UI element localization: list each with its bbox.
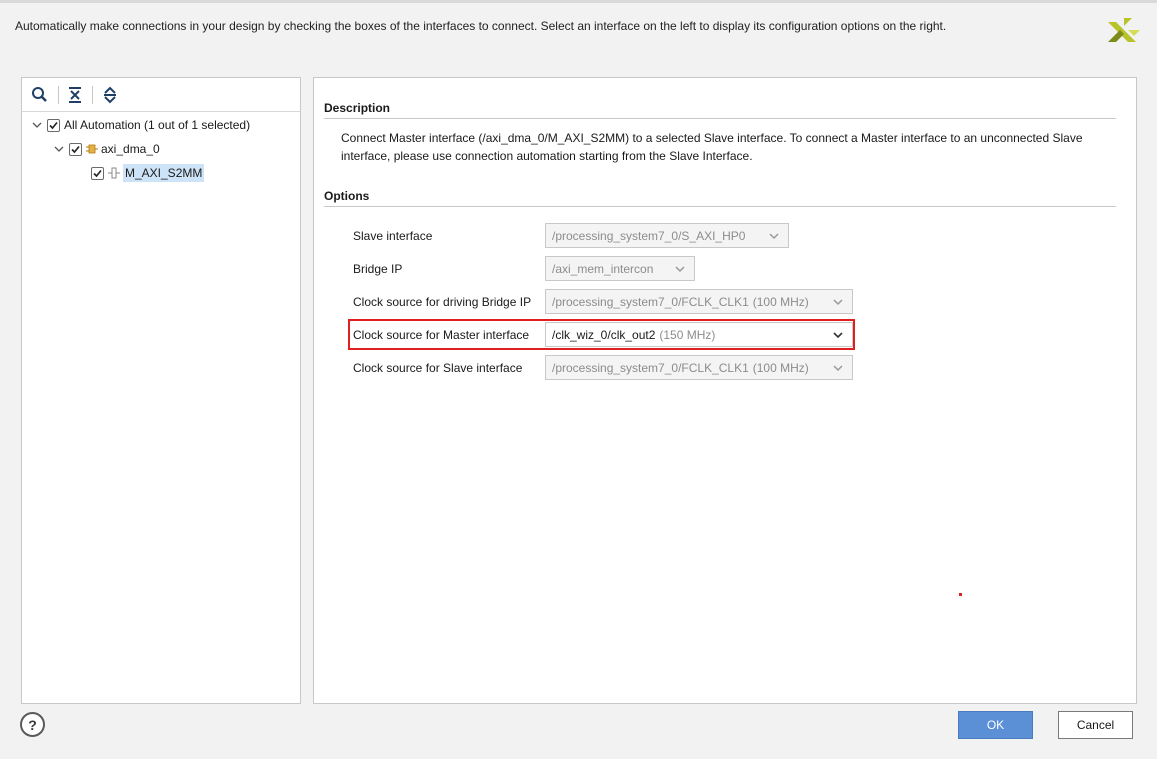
tree-label-axi-dma: axi_dma_0 [101, 142, 160, 156]
interface-tree-panel: All Automation (1 out of 1 selected) axi… [21, 77, 301, 704]
chevron-down-icon [833, 365, 843, 372]
tree-item-m-axi-s2mm[interactable]: M_AXI_S2MM [91, 163, 205, 183]
cursor-dot [959, 593, 962, 596]
checkbox-axi-dma[interactable] [69, 142, 82, 156]
search-icon[interactable] [30, 85, 50, 105]
clock-master-select[interactable]: /clk_wiz_0/clk_out2 (150 MHz) [545, 322, 853, 347]
slave-interface-select: /processing_system7_0/S_AXI_HP0 [545, 223, 789, 248]
bridge-ip-select: /axi_mem_intercon [545, 256, 695, 281]
checkbox-all-automation[interactable] [47, 118, 60, 132]
description-divider [324, 118, 1116, 119]
ip-core-icon [86, 144, 98, 154]
description-title: Description [324, 101, 391, 115]
option-label-clock-slave: Clock source for Slave interface [353, 361, 523, 375]
tree-label-m-axi-s2mm: M_AXI_S2MM [123, 164, 205, 182]
bridge-ip-value: /axi_mem_intercon [552, 261, 654, 276]
toolbar-separator [92, 86, 93, 104]
clock-bridge-value: /processing_system7_0/FCLK_CLK1 [552, 294, 749, 309]
ok-button[interactable]: OK [958, 711, 1033, 739]
clock-slave-freq: (100 MHz) [752, 360, 809, 375]
header-instruction: Automatically make connections in your d… [15, 19, 947, 33]
configuration-panel: Description Connect Master interface (/a… [313, 77, 1137, 704]
tree-label-all-automation: All Automation (1 out of 1 selected) [64, 118, 251, 132]
option-label-clock-bridge: Clock source for driving Bridge IP [353, 295, 532, 309]
clock-master-freq: (150 MHz) [659, 327, 716, 342]
xilinx-logo-icon [1108, 18, 1140, 42]
collapse-all-icon[interactable] [65, 85, 85, 105]
clock-slave-value: /processing_system7_0/FCLK_CLK1 [552, 360, 749, 375]
chevron-down-icon [675, 266, 685, 273]
option-label-bridge-ip: Bridge IP [353, 262, 403, 276]
interface-port-icon [108, 167, 120, 179]
top-border [0, 0, 1157, 3]
chevron-down-icon[interactable] [53, 143, 65, 155]
clock-bridge-select: /processing_system7_0/FCLK_CLK1 (100 MHz… [545, 289, 853, 314]
help-button[interactable]: ? [20, 712, 45, 737]
slave-interface-value: /processing_system7_0/S_AXI_HP0 [552, 228, 746, 243]
chevron-down-icon[interactable] [832, 330, 844, 340]
options-divider [324, 206, 1116, 207]
tree-item-axi-dma[interactable]: axi_dma_0 [53, 139, 160, 159]
expand-all-icon[interactable] [100, 85, 120, 105]
clock-bridge-freq: (100 MHz) [752, 294, 809, 309]
tree-toolbar [22, 78, 300, 112]
description-text: Connect Master interface (/axi_dma_0/M_A… [341, 131, 1083, 163]
toolbar-separator [58, 86, 59, 104]
tree-item-all-automation[interactable]: All Automation (1 out of 1 selected) [31, 115, 250, 135]
options-title: Options [324, 189, 370, 203]
option-label-clock-master: Clock source for Master interface [353, 328, 530, 342]
chevron-down-icon [769, 233, 779, 240]
clock-master-value: /clk_wiz_0/clk_out2 [552, 327, 656, 342]
chevron-down-icon[interactable] [31, 119, 43, 131]
checkbox-m-axi-s2mm[interactable] [91, 166, 104, 180]
clock-slave-select: /processing_system7_0/FCLK_CLK1 (100 MHz… [545, 355, 853, 380]
option-label-slave-interface: Slave interface [353, 229, 433, 243]
cancel-button[interactable]: Cancel [1058, 711, 1133, 739]
chevron-down-icon [833, 299, 843, 306]
